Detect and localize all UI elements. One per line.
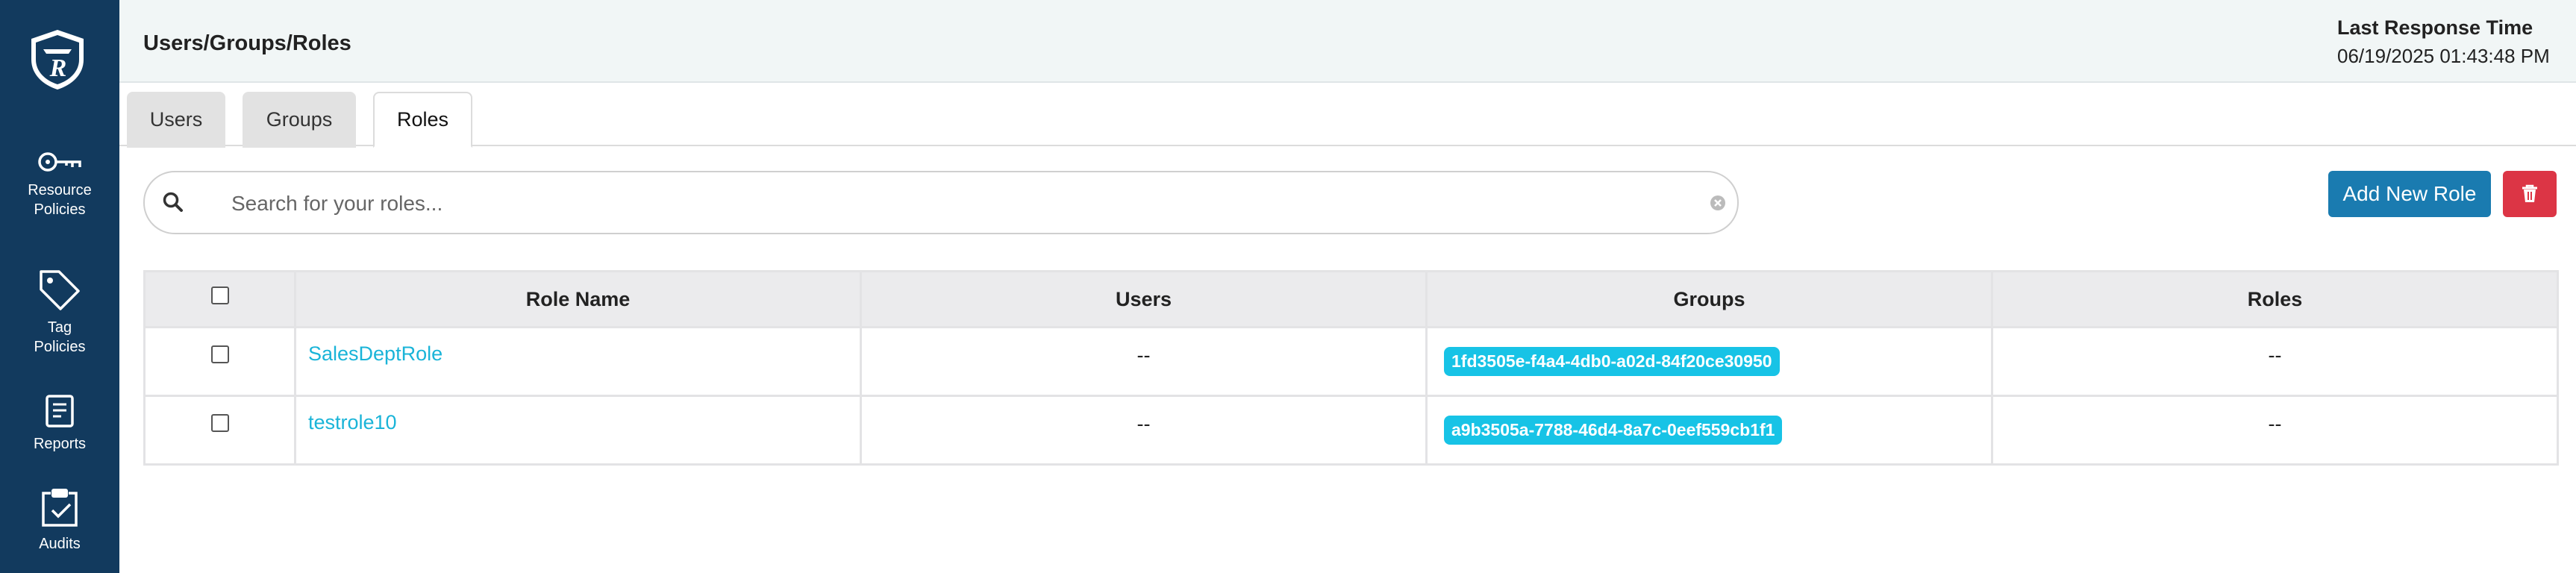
column-header-groups: Groups [1425, 270, 1993, 328]
users-cell: -- [860, 395, 1428, 466]
roles-table: Role Name Users Groups Roles SalesDeptRo… [143, 270, 2559, 466]
trash-icon [2522, 184, 2537, 202]
role-name-cell: testrole10 [294, 395, 862, 466]
search-icon [163, 192, 183, 212]
sidebar-item-label: Reports [33, 436, 87, 452]
search-input[interactable] [231, 187, 1649, 220]
sidebar-item-reports[interactable]: Reports [0, 394, 119, 454]
svg-text:R: R [49, 54, 67, 82]
last-response-label: Last Response Time [2337, 16, 2533, 39]
sidebar: R Resource Policies Tag Policies Reports [0, 0, 119, 573]
row-checkbox[interactable] [210, 414, 229, 432]
select-all-checkbox[interactable] [210, 286, 229, 304]
roles-cell: -- [1991, 326, 2559, 397]
tab-groups[interactable]: Groups [243, 92, 356, 148]
role-name-link[interactable]: SalesDeptRole [308, 342, 443, 365]
tag-icon [40, 270, 80, 310]
logo-icon[interactable]: R [28, 28, 87, 91]
report-icon [46, 395, 74, 428]
table-header-row: Role Name Users Groups Roles [143, 270, 2559, 328]
row-select-cell [143, 326, 296, 397]
role-name-link[interactable]: testrole10 [308, 411, 397, 433]
sidebar-item-resource-policies[interactable]: Resource Policies [0, 149, 119, 219]
tab-users[interactable]: Users [127, 92, 225, 148]
users-cell: -- [860, 326, 1428, 397]
table-row: SalesDeptRole -- 1fd3505e-f4a4-4db0-a02d… [143, 326, 2559, 397]
sidebar-item-audits[interactable]: Audits [0, 486, 119, 554]
key-icon [38, 152, 81, 172]
sidebar-item-label: Audits [39, 536, 81, 552]
users-value: -- [1137, 413, 1151, 435]
users-value: -- [1137, 344, 1151, 366]
groups-cell: 1fd3505e-f4a4-4db0-a02d-84f20ce30950 [1425, 326, 1993, 397]
search-bar [143, 171, 1739, 234]
row-checkbox[interactable] [210, 345, 229, 363]
roles-value: -- [2268, 413, 2282, 435]
row-select-cell [143, 395, 296, 466]
role-name-cell: SalesDeptRole [294, 326, 862, 397]
add-new-role-button[interactable]: Add New Role [2328, 171, 2491, 217]
sidebar-item-label: Tag Policies [34, 319, 86, 355]
column-header-users: Users [860, 270, 1428, 328]
last-response-time: 06/19/2025 01:43:48 PM [2337, 45, 2550, 67]
sidebar-item-label: Resource Policies [28, 182, 92, 218]
clipboard-check-icon [42, 489, 78, 527]
tab-roles[interactable]: Roles [373, 92, 472, 148]
column-header-roles: Roles [1991, 270, 2559, 328]
roles-cell: -- [1991, 395, 2559, 466]
group-badge: 1fd3505e-f4a4-4db0-a02d-84f20ce30950 [1444, 347, 1780, 376]
groups-cell: a9b3505a-7788-46d4-8a7c-0eef559cb1f1 [1425, 395, 1993, 466]
group-badge: a9b3505a-7788-46d4-8a7c-0eef559cb1f1 [1444, 416, 1783, 445]
column-header-role-name[interactable]: Role Name [294, 270, 862, 328]
page-header: Users/Groups/Roles Last Response Time 06… [119, 0, 2576, 83]
sidebar-item-tag-policies[interactable]: Tag Policies [0, 269, 119, 357]
clear-search-icon[interactable] [1709, 194, 1727, 212]
delete-button[interactable] [2503, 171, 2557, 217]
roles-value: -- [2268, 344, 2282, 366]
table-row: testrole10 -- a9b3505a-7788-46d4-8a7c-0e… [143, 395, 2559, 466]
page-title: Users/Groups/Roles [143, 31, 351, 55]
select-all-cell [143, 270, 296, 328]
tab-bar: Users Groups Roles [119, 83, 2576, 148]
